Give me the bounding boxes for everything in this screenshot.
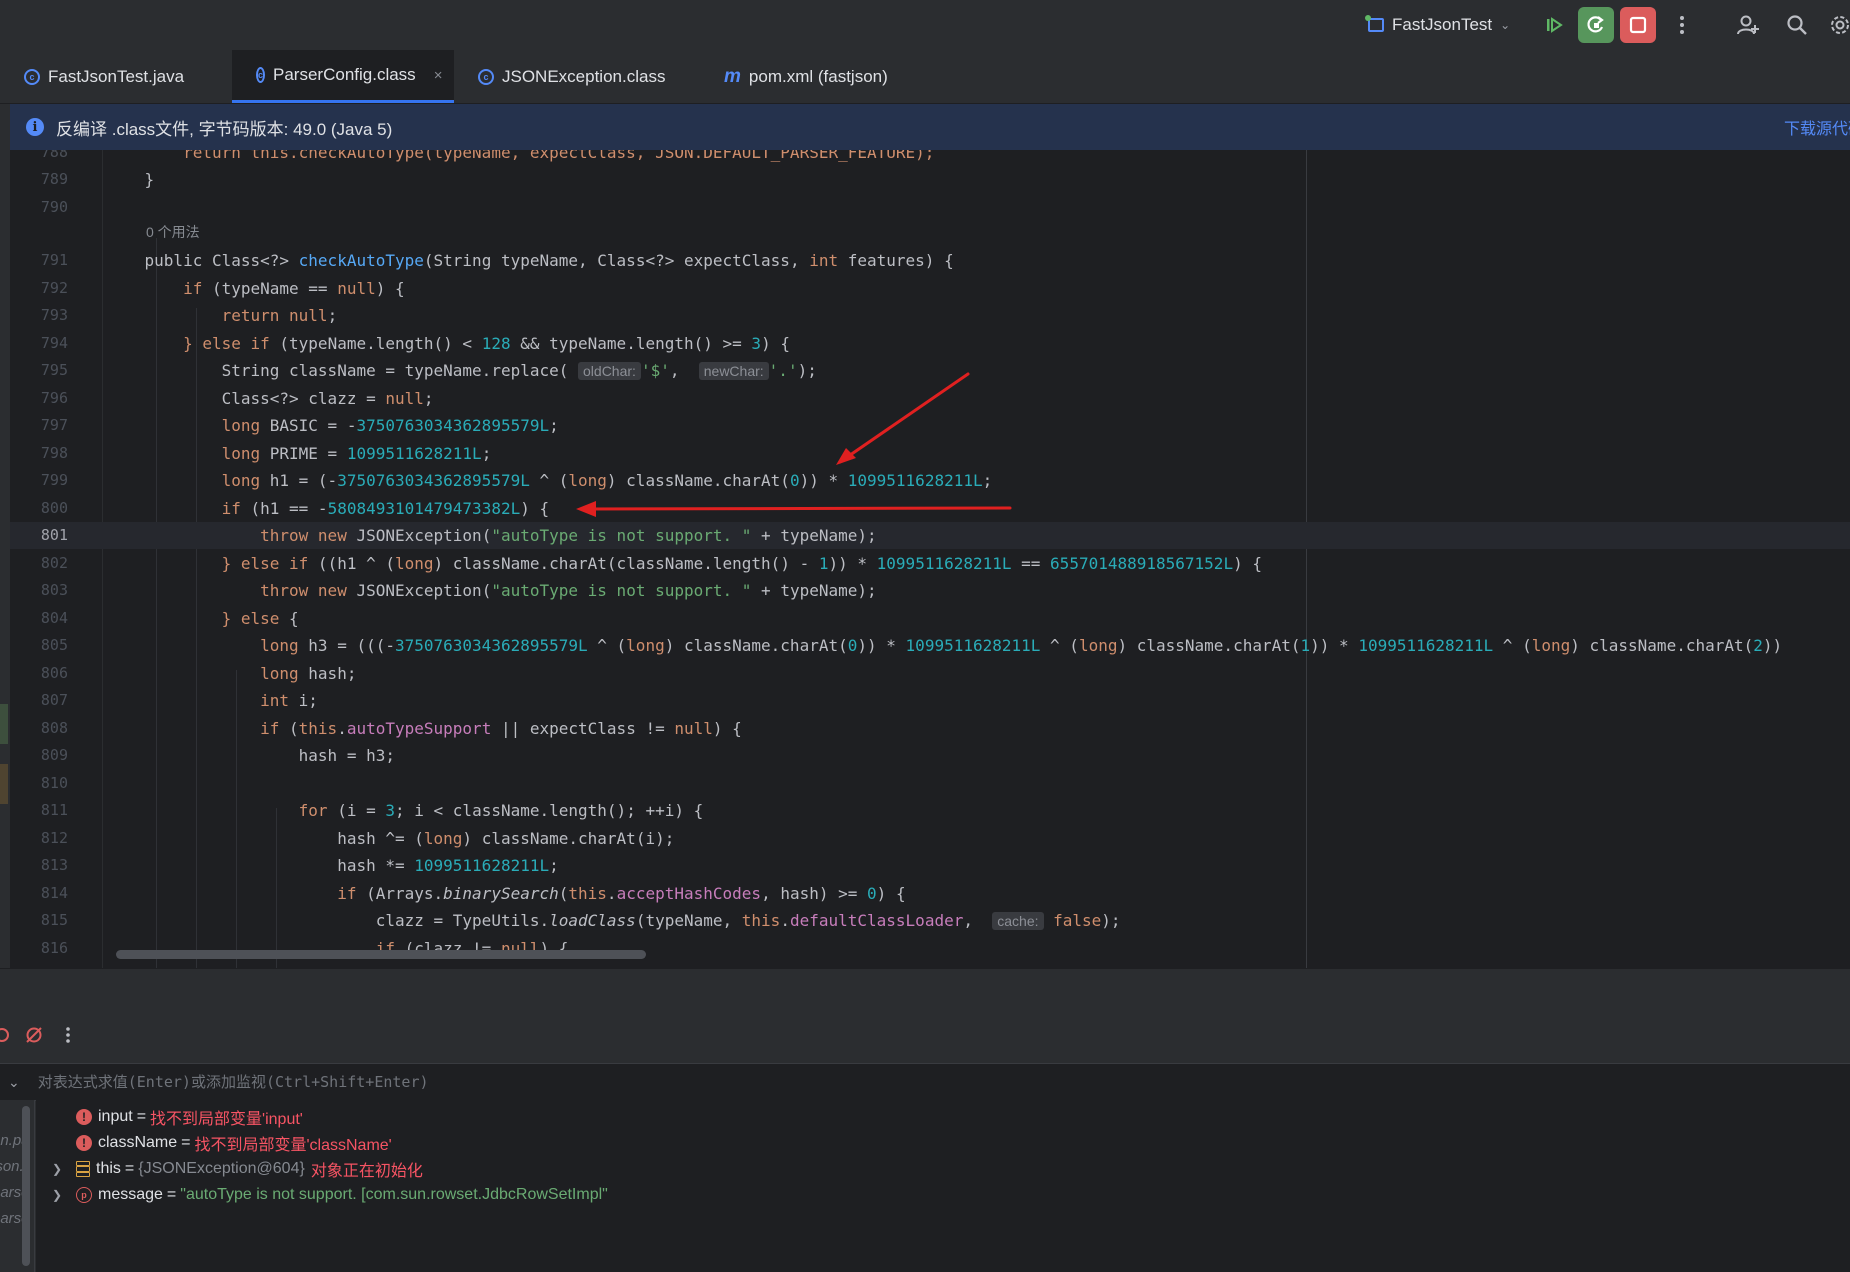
left-tool-strip [0,104,10,968]
variable-row-classname[interactable]: ! className = 找不到局部变量'className' [76,1130,392,1156]
code-line: 814 if (Arrays.binarySearch(this.acceptH… [40,884,906,903]
variable-row-input[interactable]: ! input = 找不到局部变量'input' [76,1104,303,1130]
info-icon: i [26,118,44,136]
add-user-button[interactable] [1730,7,1766,43]
debug-more-button[interactable] [58,1025,78,1045]
more-actions-button[interactable] [1664,7,1700,43]
code-line: 789 } [40,170,155,189]
frames-scrollbar[interactable] [22,1106,30,1266]
code-line: 815 clazz = TypeUtils.loadClass(typeName… [40,911,1121,930]
frames-list[interactable]: on.pa json. parse parse [0,1100,35,1272]
more-vertical-icon [66,1027,70,1043]
evaluate-expression-input[interactable] [35,1072,840,1092]
tab-pom-xml[interactable]: m pom.xml (fastjson) [700,50,930,103]
code-line: 792 if (typeName == null) { [40,279,405,298]
tab-parserconfig-class[interactable]: c ParserConfig.class × [232,50,454,103]
code-line: 808 if (this.autoTypeSupport || expectCl… [40,719,742,738]
resume-icon [1547,17,1563,33]
class-icon: c [256,67,266,83]
evaluate-expression-row: ⌄ [0,1063,1850,1101]
code-line: 790 [40,198,68,216]
breakpoint-icon [0,1028,9,1042]
add-user-icon [1737,15,1759,35]
parameter-icon: p [76,1187,92,1203]
banner-text: 反编译 .class文件, 字节码版本: 49.0 (Java 5) [56,119,393,139]
code-line: 794 } else if (typeName.length() < 128 &… [40,334,790,353]
main-toolbar: FastJsonTest ⌄ [0,0,1850,50]
more-vertical-icon [1680,16,1684,34]
current-execution-line: 801 throw new JSONException("autoType is… [10,522,1850,549]
code-line: 807 int i; [40,691,318,710]
param-hint: cache: [992,912,1044,930]
code-line: 813 hash *= 1099511628211L; [40,856,559,875]
tab-label: FastJsonTest.java [48,66,185,86]
code-line: 796 Class<?> clazz = null; [40,389,434,408]
debug-toolbar [0,1015,1850,1055]
code-line: 812 hash ^= (long) className.charAt(i); [40,829,675,848]
chevron-down-icon[interactable]: ⌄ [8,1074,20,1091]
mute-breakpoints-icon [26,1027,42,1043]
code-line: 803 throw new JSONException("autoType is… [40,581,877,600]
download-sources-link[interactable]: 下载源代码 [1784,115,1850,139]
code-line: 797 long BASIC = -3750763034362895579L; [40,416,559,435]
rerun-icon [1587,16,1604,33]
editor-tab-bar: c FastJsonTest.java c ParserConfig.class… [0,50,1850,104]
tab-label: JSONException.class [502,66,666,86]
maven-icon: m [724,65,741,87]
code-line: 805 long h3 = (((-3750763034362895579L ^… [40,636,1783,655]
resume-program-button[interactable] [1536,7,1572,43]
code-line: 798 long PRIME = 1099511628211L; [40,444,492,463]
rerun-button[interactable] [1578,7,1614,43]
settings-button[interactable] [1822,7,1850,43]
code-line: 788 return this.checkAutoType(typeName, … [40,150,935,162]
run-config-label: FastJsonTest [1392,15,1493,34]
view-breakpoints-button[interactable] [0,1025,12,1045]
gear-icon [1831,16,1849,34]
tab-label: ParserConfig.class [273,65,416,84]
run-config-selector[interactable]: FastJsonTest ⌄ [1365,14,1511,36]
stop-button[interactable] [1620,7,1656,43]
decompiled-notice-banner: i 反编译 .class文件, 字节码版本: 49.0 (Java 5) 下载源… [10,104,1850,151]
search-icon [1787,15,1807,35]
code-line: 811 for (i = 3; i < className.length(); … [40,801,704,820]
error-icon: ! [76,1109,92,1125]
code-line: 802 } else if ((h1 ^ (long) className.ch… [40,554,1262,573]
search-everywhere-button[interactable] [1779,7,1815,43]
code-line: 793 return null; [40,306,338,325]
param-hint: oldChar: [578,362,641,380]
error-icon: ! [76,1135,92,1151]
code-line: 804 } else { [40,609,299,628]
mute-breakpoints-button[interactable] [24,1025,44,1045]
code-line: 795 String className = typeName.replace(… [40,361,817,380]
variables-tree: ! input = 找不到局部变量'input' ! className = 找… [36,1100,1850,1272]
close-tab-icon[interactable]: × [434,67,443,84]
horizontal-scrollbar[interactable] [116,950,646,959]
code-line: 806 long hash; [40,664,357,683]
code-line: 809 hash = h3; [40,746,395,765]
frame-item[interactable]: json. [0,1158,24,1175]
code-line: 799 long h1 = (-3750763034362895579L ^ (… [40,471,993,490]
run-config-icon [1365,15,1384,32]
code-line: 791 public Class<?> checkAutoType(String… [40,251,954,270]
param-hint: newChar: [698,362,769,380]
field-icon [76,1161,90,1177]
debug-panel: ⌄ on.pa json. parse parse ! input = 找不到局… [0,968,1850,1272]
code-line: 800 if (h1 == -5808493101479473382L) { [40,499,550,518]
code-line: 810 [40,774,68,792]
variable-row-message[interactable]: ❯ p message = "autoType is not support. … [52,1182,608,1208]
usage-hint[interactable]: 0 个用法 [10,221,1850,243]
chevron-down-icon: ⌄ [1500,18,1511,32]
code-editor[interactable]: 788 return this.checkAutoType(typeName, … [10,150,1850,968]
variable-row-this[interactable]: ❯ this = {JSONException@604} 对象正在初始化 [52,1156,423,1182]
stop-icon [1629,16,1647,34]
tab-label: pom.xml (fastjson) [748,66,888,86]
class-icon: c [478,68,494,85]
expand-arrow-icon[interactable]: ❯ [52,1188,62,1202]
class-icon: c [24,68,40,85]
expand-arrow-icon[interactable]: ❯ [52,1162,62,1176]
tab-jsonexception-class[interactable]: c JSONException.class [454,50,700,103]
tab-fastjsontest-java[interactable]: c FastJsonTest.java [0,50,232,103]
